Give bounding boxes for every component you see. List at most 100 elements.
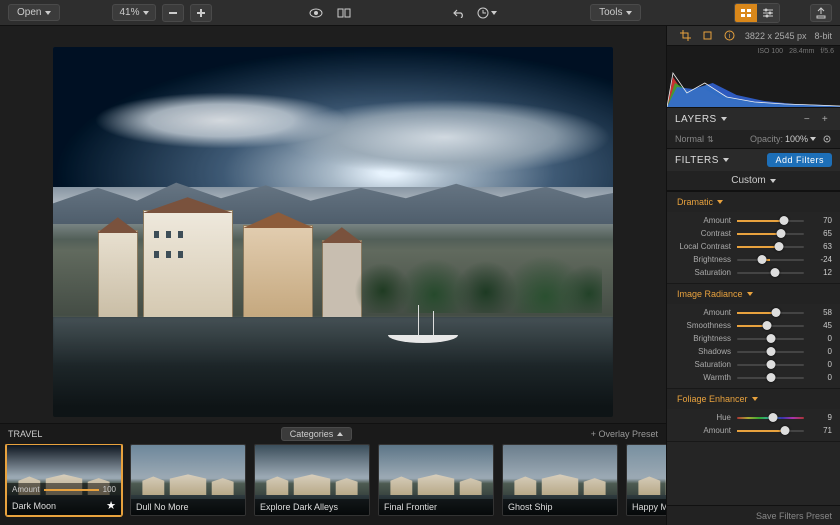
crop-icon[interactable] xyxy=(679,29,693,43)
presets-mode-icon[interactable] xyxy=(735,4,757,22)
filters-preset-dropdown[interactable]: Custom xyxy=(725,173,781,188)
layers-section-header[interactable]: LAYERS − + xyxy=(667,108,840,130)
filter-group-header[interactable]: Foliage Enhancer xyxy=(667,389,840,409)
preset-strip: TRAVEL Categories + Overlay Preset Amoun… xyxy=(0,423,666,525)
canvas-area[interactable] xyxy=(0,26,666,423)
histogram[interactable]: ISO 100 28.4mm f/5.6 xyxy=(667,46,840,108)
slider-label: Saturation xyxy=(675,360,731,369)
slider-track[interactable] xyxy=(737,417,804,419)
slider-value[interactable]: 0 xyxy=(810,334,832,343)
slider-value[interactable]: 63 xyxy=(810,242,832,251)
preset-thumb[interactable]: Happy Memories xyxy=(626,444,666,516)
slider-row: Saturation 12 xyxy=(675,268,832,277)
favorite-icon[interactable]: ★ xyxy=(106,499,116,512)
filter-group-header[interactable]: Image Radiance xyxy=(667,284,840,304)
slider-row: Brightness 0 xyxy=(675,334,832,343)
zoom-out-button[interactable] xyxy=(162,4,184,22)
panel-mode-segmented[interactable] xyxy=(734,3,780,23)
slider-value[interactable]: 58 xyxy=(810,308,832,317)
filter-group-name: Foliage Enhancer xyxy=(677,394,748,404)
preset-thumb[interactable]: Ghost Ship xyxy=(502,444,618,516)
slider-label: Amount xyxy=(675,216,731,225)
slider-value[interactable]: 45 xyxy=(810,321,832,330)
slider-label: Hue xyxy=(675,413,731,422)
blend-mode-select[interactable]: Normal ⇅ xyxy=(675,134,714,144)
image-dimensions: 3822 x 2545 px xyxy=(745,31,807,41)
meta-iso: ISO 100 xyxy=(757,48,783,55)
right-panel: i 3822 x 2545 px 8-bit ISO 100 28.4mm f/… xyxy=(666,26,840,525)
slider-track[interactable] xyxy=(737,325,804,327)
slider-row: Brightness -24 xyxy=(675,255,832,264)
preview-icon[interactable] xyxy=(305,4,327,22)
slider-value[interactable]: 0 xyxy=(810,360,832,369)
overlay-preset-button[interactable]: + Overlay Preset xyxy=(591,429,658,439)
slider-value[interactable]: 0 xyxy=(810,373,832,382)
slider-value[interactable]: 12 xyxy=(810,268,832,277)
slider-track[interactable] xyxy=(737,312,804,314)
slider-row: Contrast 65 xyxy=(675,229,832,238)
slider-track[interactable] xyxy=(737,220,804,222)
info-icon[interactable]: i xyxy=(723,29,737,43)
slider-track[interactable] xyxy=(737,377,804,379)
history-button[interactable] xyxy=(476,4,498,22)
meta-aperture: f/5.6 xyxy=(820,48,834,55)
tools-menu[interactable]: Tools xyxy=(590,4,641,21)
preset-thumb[interactable]: Final Frontier xyxy=(378,444,494,516)
preset-thumb[interactable]: Amount 100Dark Moon★ xyxy=(6,444,122,516)
filters-section-header[interactable]: FILTERS Add Filters xyxy=(667,149,840,171)
slider-label: Local Contrast xyxy=(675,242,731,251)
slider-row: Shadows 0 xyxy=(675,347,832,356)
opacity-value[interactable]: 100% xyxy=(785,134,808,144)
preset-thumb[interactable]: Dull No More xyxy=(130,444,246,516)
preset-thumb[interactable]: Explore Dark Alleys xyxy=(254,444,370,516)
open-menu[interactable]: Open xyxy=(8,4,60,21)
slider-track[interactable] xyxy=(737,246,804,248)
slider-track[interactable] xyxy=(737,233,804,235)
top-toolbar: Open 41% Tools xyxy=(0,0,840,26)
filter-group: Foliage Enhancer Hue 9 Amount 71 xyxy=(667,389,840,442)
slider-value[interactable]: -24 xyxy=(810,255,832,264)
layer-gear-icon[interactable] xyxy=(822,134,832,144)
zoom-in-button[interactable] xyxy=(190,4,212,22)
slider-track[interactable] xyxy=(737,272,804,274)
filter-group-header[interactable]: Dramatic xyxy=(667,192,840,212)
slider-value[interactable]: 65 xyxy=(810,229,832,238)
preset-amount-value: 100 xyxy=(103,485,116,494)
undo-button[interactable] xyxy=(448,4,470,22)
compare-icon[interactable] xyxy=(333,4,355,22)
slider-track[interactable] xyxy=(737,430,804,432)
slider-row: Amount 70 xyxy=(675,216,832,225)
opacity-label: Opacity: xyxy=(750,134,783,144)
add-filters-button[interactable]: Add Filters xyxy=(767,153,832,167)
slider-row: Saturation 0 xyxy=(675,360,832,369)
slider-label: Brightness xyxy=(675,255,731,264)
image-meta-bar: i 3822 x 2545 px 8-bit xyxy=(667,26,840,46)
sliders-mode-icon[interactable] xyxy=(757,4,779,22)
slider-label: Amount xyxy=(675,426,731,435)
slider-value[interactable]: 71 xyxy=(810,426,832,435)
slider-label: Smoothness xyxy=(675,321,731,330)
layer-blend-row: Normal ⇅ Opacity: 100% xyxy=(667,130,840,148)
preset-name: Ghost Ship xyxy=(508,502,553,512)
preset-name: Explore Dark Alleys xyxy=(260,502,338,512)
preset-amount-row[interactable]: Amount 100 xyxy=(7,483,121,496)
slider-track[interactable] xyxy=(737,351,804,353)
slider-label: Amount xyxy=(675,308,731,317)
slider-row: Amount 58 xyxy=(675,308,832,317)
add-layer-button[interactable]: + xyxy=(818,112,832,126)
slider-track[interactable] xyxy=(737,259,804,261)
zoom-dropdown[interactable]: 41% xyxy=(112,4,156,21)
slider-track[interactable] xyxy=(737,338,804,340)
meta-focal: 28.4mm xyxy=(789,48,814,55)
save-filters-preset[interactable]: Save Filters Preset xyxy=(756,511,832,521)
slider-value[interactable]: 70 xyxy=(810,216,832,225)
slider-row: Hue 9 xyxy=(675,413,832,422)
slider-value[interactable]: 0 xyxy=(810,347,832,356)
categories-dropdown[interactable]: Categories xyxy=(281,427,353,441)
transform-icon[interactable] xyxy=(701,29,715,43)
preset-name: Final Frontier xyxy=(384,502,437,512)
slider-value[interactable]: 9 xyxy=(810,413,832,422)
slider-track[interactable] xyxy=(737,364,804,366)
remove-layer-button[interactable]: − xyxy=(800,112,814,126)
export-button[interactable] xyxy=(810,4,832,22)
